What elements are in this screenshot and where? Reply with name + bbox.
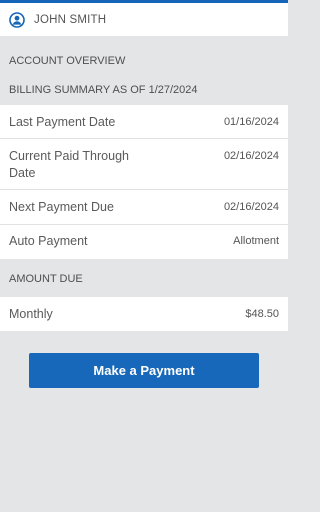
last-payment-date-value: 01/16/2024: [223, 116, 279, 128]
billing-summary-list: Last Payment Date 01/16/2024 Current Pai…: [0, 105, 288, 259]
auto-payment-value: Allotment: [233, 235, 279, 247]
list-item: Monthly $48.50: [0, 297, 288, 331]
next-payment-due-label: Next Payment Due: [9, 200, 114, 214]
list-item: Current Paid Through Date 02/16/2024: [0, 139, 288, 190]
list-item: Last Payment Date 01/16/2024: [0, 105, 288, 139]
make-payment-button[interactable]: Make a Payment: [29, 353, 259, 388]
amount-due-heading: AMOUNT DUE: [9, 273, 83, 285]
billing-summary-heading: BILLING SUMMARY AS OF 1/27/2024: [9, 84, 198, 96]
user-header[interactable]: JOHN SMITH: [0, 3, 288, 36]
auto-payment-label: Auto Payment: [9, 234, 88, 248]
monthly-amount-value: $48.50: [245, 308, 279, 320]
payment-action-area: Make a Payment: [0, 331, 288, 388]
paid-through-date-value: 02/16/2024: [223, 150, 279, 162]
account-overview-heading: ACCOUNT OVERVIEW: [9, 55, 126, 67]
next-payment-due-value: 02/16/2024: [223, 201, 279, 213]
list-item: Next Payment Due 02/16/2024: [0, 190, 288, 225]
monthly-label: Monthly: [9, 307, 53, 321]
account-screen: JOHN SMITH ACCOUNT OVERVIEW BILLING SUMM…: [0, 0, 288, 512]
last-payment-date-label: Last Payment Date: [9, 115, 116, 129]
user-circle-icon: [9, 11, 25, 28]
paid-through-date-label: Current Paid Through Date: [9, 149, 129, 180]
amount-due-list: Monthly $48.50: [0, 297, 288, 331]
list-item: Auto Payment Allotment: [0, 225, 288, 259]
user-name: JOHN SMITH: [34, 13, 107, 26]
